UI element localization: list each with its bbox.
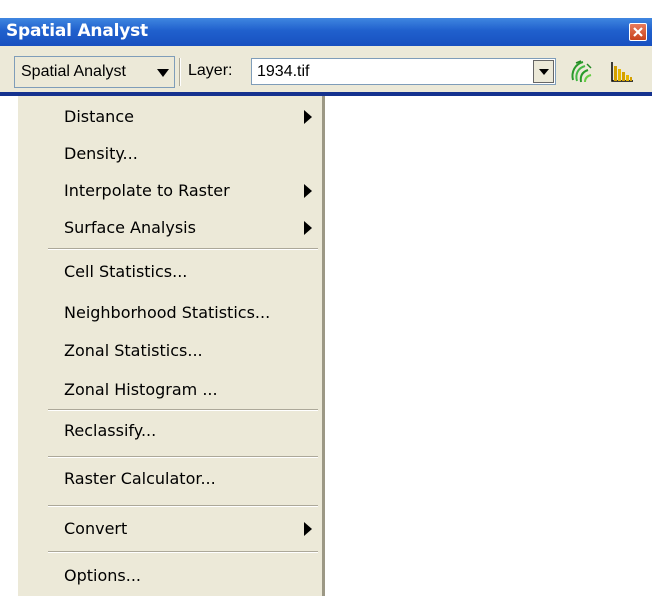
menu-separator [48,551,318,553]
menu-item-raster-calculator[interactable]: Raster Calculator... [64,464,216,494]
histogram-icon[interactable] [610,58,634,84]
menu-separator [48,456,318,458]
menu-separator [48,409,318,411]
window-titlebar: Spatial Analyst [0,18,652,46]
layer-dropdown-button[interactable] [533,60,554,83]
spatial-analyst-menu-label: Spatial Analyst [21,63,126,80]
submenu-arrow-icon [304,221,312,235]
submenu-arrow-icon [304,110,312,124]
menu-item-label: Surface Analysis [64,218,196,237]
spatial-analyst-menu-button[interactable]: Spatial Analyst [14,56,175,88]
menu-item-convert[interactable]: Convert [64,514,127,544]
window-title: Spatial Analyst [6,21,148,41]
submenu-arrow-icon [304,184,312,198]
menu-item-label: Distance [64,107,134,126]
menu-item-label: Neighborhood Statistics... [64,303,271,322]
spatial-analyst-toolbar: Spatial Analyst Layer: 1934.tif [0,46,652,96]
menu-separator [48,248,318,250]
menu-item-label: Zonal Histogram ... [64,380,218,399]
menu-item-zonal-statistics[interactable]: Zonal Statistics... [64,336,203,366]
menu-item-density[interactable]: Density... [64,139,138,169]
layer-select-value: 1934.tif [257,63,310,80]
menu-item-label: Options... [64,566,141,585]
toolbar-separator [179,58,181,86]
menu-item-cell-statistics[interactable]: Cell Statistics... [64,257,187,287]
menu-item-interpolate-to-raster[interactable]: Interpolate to Raster [64,176,230,206]
menu-item-reclassify[interactable]: Reclassify... [64,416,156,446]
close-icon [633,27,643,37]
menu-item-label: Convert [64,519,128,538]
menu-item-label: Raster Calculator... [64,469,216,488]
menu-item-label: Interpolate to Raster [64,181,230,200]
close-button[interactable] [629,23,647,41]
dropdown-arrow-icon [157,69,169,77]
menu-item-options[interactable]: Options... [64,561,141,591]
menu-item-neighborhood-statistics[interactable]: Neighborhood Statistics... [64,298,270,328]
submenu-arrow-icon [304,522,312,536]
menu-item-label: Zonal Statistics... [64,341,203,360]
menu-item-surface-analysis[interactable]: Surface Analysis [64,213,196,243]
menu-separator [48,505,318,507]
menu-item-label: Density... [64,144,138,163]
menu-item-zonal-histogram[interactable]: Zonal Histogram ... [64,375,218,405]
menu-item-distance[interactable]: Distance [64,102,134,132]
spatial-analyst-dropdown-menu: Distance Density... Interpolate to Raste… [17,96,325,596]
contour-icon[interactable] [569,58,593,84]
menu-item-label: Cell Statistics... [64,262,188,281]
layer-select[interactable]: 1934.tif [251,58,556,85]
layer-label: Layer: [188,62,233,79]
menu-item-label: Reclassify... [64,421,157,440]
